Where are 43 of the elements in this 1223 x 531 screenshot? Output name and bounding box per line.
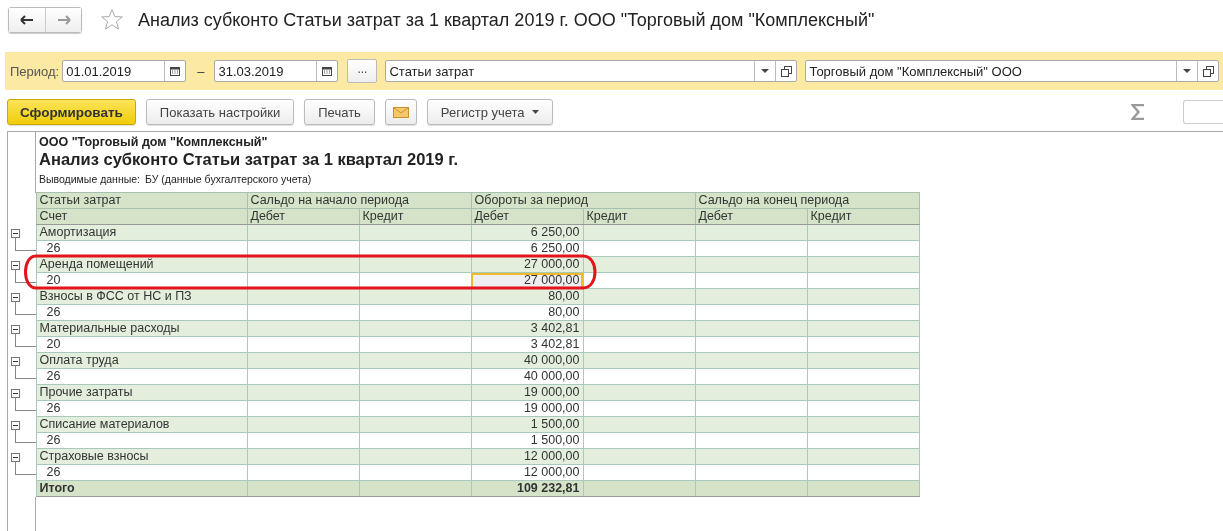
calendar-icon — [170, 66, 181, 76]
report-organization: ООО "Торговый дом "Комплексный" — [39, 135, 269, 149]
collapse-icon[interactable] — [11, 388, 20, 398]
date-from-field[interactable]: 01.01.2019 — [62, 60, 187, 82]
back-arrow-icon — [20, 15, 34, 25]
envelope-icon — [392, 106, 409, 118]
sum-field[interactable] — [1183, 100, 1223, 124]
collapse-icon[interactable] — [11, 356, 20, 366]
period-separator: – — [197, 63, 205, 79]
caret-icon — [761, 69, 770, 73]
toolbar-button[interactable]: Печать — [304, 99, 375, 125]
column-header: Статьи затрат — [36, 192, 247, 209]
subconto-select[interactable]: Статьи затрат — [385, 60, 798, 82]
open-window-icon — [780, 65, 792, 77]
period-label: Период: — [10, 63, 60, 79]
collapse-icon[interactable] — [11, 324, 20, 334]
collapse-icon[interactable] — [11, 228, 20, 238]
caret-icon — [531, 110, 539, 114]
sum-icon — [1131, 104, 1145, 120]
calendar-icon — [322, 66, 333, 76]
back-button[interactable] — [9, 8, 45, 32]
date-to-field[interactable]: 31.03.2019 — [214, 60, 339, 82]
open-window-icon — [1202, 65, 1214, 77]
collapse-icon[interactable] — [11, 260, 20, 270]
register-dropdown[interactable]: Регистр учета — [426, 99, 553, 125]
collapse-icon[interactable] — [11, 420, 20, 430]
output-label: Выводимые данные: — [39, 173, 140, 185]
collapse-icon[interactable] — [11, 292, 20, 302]
column-header: Сальдо на конец периода — [695, 192, 919, 209]
output-value: БУ (данные бухгалтерского учета) — [145, 173, 312, 185]
column-header: Обороты за период — [471, 192, 695, 209]
period-button[interactable]: ... — [347, 59, 378, 83]
window-title: Анализ субконто Статьи затрат за 1 квартал 2019 г. ООО "Торговый дом "Комплексный" — [138, 9, 875, 31]
report-title: Анализ субконто Статьи затрат за 1 квартал 2019 г. — [39, 150, 460, 169]
collapse-icon[interactable] — [11, 452, 20, 462]
toolbar-button[interactable]: Показать настройки — [145, 99, 295, 125]
generate-button[interactable]: Сформировать — [7, 99, 136, 125]
column-header: Сальдо на начало периода — [247, 192, 471, 209]
caret-icon — [1183, 69, 1192, 73]
email-button[interactable] — [384, 99, 417, 125]
star-icon[interactable] — [100, 8, 124, 32]
forward-arrow-icon — [56, 15, 71, 25]
organization-select[interactable]: Торговый дом "Комплексный" ООО — [805, 60, 1220, 82]
